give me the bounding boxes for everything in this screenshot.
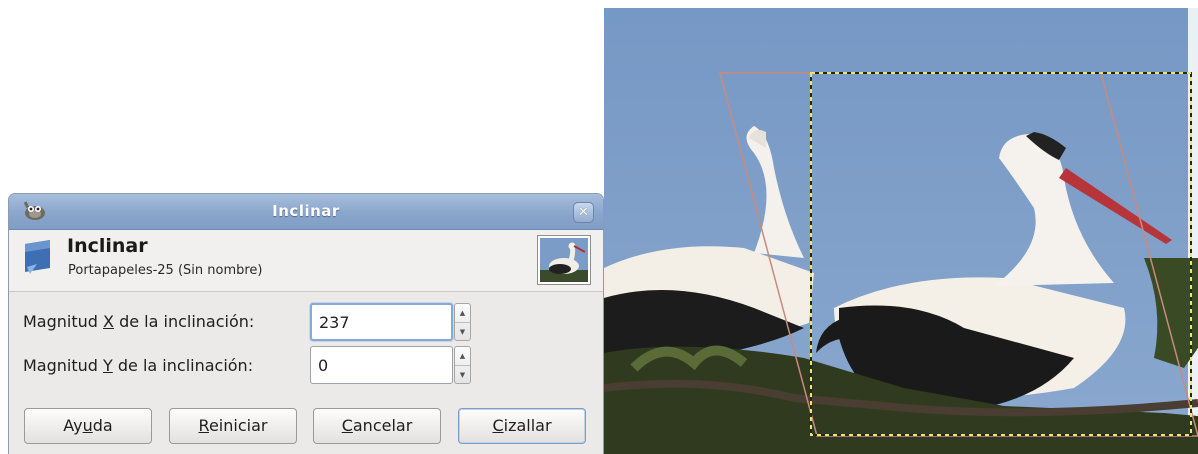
shear-button[interactable]: Cizallar — [458, 408, 586, 444]
chevron-down-icon[interactable]: ▼ — [455, 322, 470, 340]
dialog-titlebar[interactable]: Inclinar ✕ — [9, 194, 603, 230]
shear-y-spinner[interactable]: ▲ ▼ — [454, 346, 471, 384]
shear-x-label: Magnitud X de la inclinación: — [23, 312, 255, 331]
shear-x-input[interactable] — [310, 303, 453, 341]
chevron-up-icon[interactable]: ▲ — [455, 304, 470, 322]
window-title: Inclinar — [272, 202, 340, 220]
shear-tool-icon — [25, 240, 50, 274]
reset-button[interactable]: Reiniciar — [169, 408, 297, 444]
shear-y-label: Magnitud Y de la inclinación: — [23, 356, 254, 375]
shear-y-input[interactable] — [310, 346, 453, 384]
dialog-header: Inclinar Portapapeles-25 (Sin nombre) — [9, 230, 603, 292]
shear-dialog: Inclinar ✕ Inclinar Portapapeles-25 (Sin… — [8, 193, 604, 454]
cancel-button[interactable]: Cancelar — [313, 408, 441, 444]
chevron-up-icon[interactable]: ▲ — [455, 347, 470, 365]
close-icon[interactable]: ✕ — [573, 202, 594, 223]
image-name: Portapapeles-25 (Sin nombre) — [68, 263, 263, 278]
shear-x-spinner[interactable]: ▲ ▼ — [454, 303, 471, 341]
image-canvas[interactable] — [604, 8, 1198, 454]
layer-thumbnail — [537, 235, 591, 285]
canvas-image[interactable] — [604, 8, 1198, 454]
chevron-down-icon[interactable]: ▼ — [455, 365, 470, 383]
tool-title: Inclinar — [67, 235, 148, 257]
help-button[interactable]: Ayuda — [24, 408, 152, 444]
